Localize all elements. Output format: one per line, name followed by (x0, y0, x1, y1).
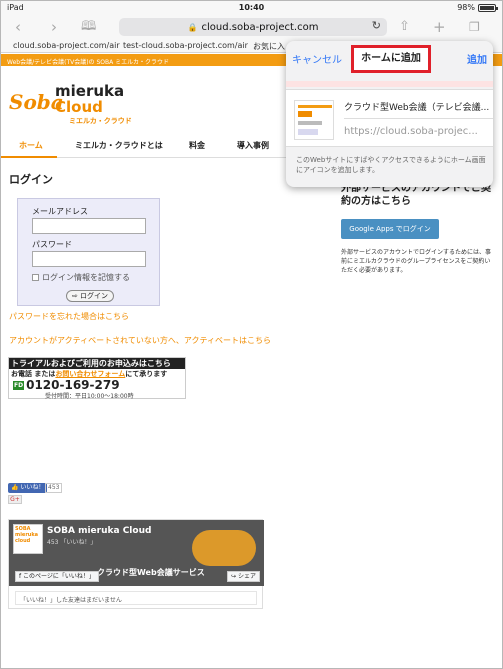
login-form: メールアドレス パスワード ログイン情報を記憶する ⇨ ログイン (17, 198, 160, 306)
phone-number: FD 0120-169-279 (13, 378, 120, 392)
site-logo[interactable]: Soba mieruka Cloud ミエルカ・クラウド (9, 80, 149, 125)
thumbnail-box (298, 129, 318, 135)
gplus-button[interactable]: G+ (8, 495, 22, 504)
cancel-button[interactable]: キャンセル (292, 51, 342, 66)
shortcut-url: https://cloud.soba-projec... (344, 126, 478, 137)
thumbnail-bar (298, 105, 332, 108)
contact-form-link[interactable]: お問い合わせフォーム (55, 370, 125, 378)
forgot-password-link[interactable]: パスワードを忘れた場合はこちら (9, 311, 129, 322)
login-button-label: ログイン (80, 292, 109, 300)
free-dial-icon: FD (13, 381, 25, 390)
trial-heading: トライアルおよびご利用のお申込みはこちら (9, 358, 185, 369)
screen: iPad 10:40 98% ‹ › 🕮 🔒 cloud.soba-projec… (0, 0, 503, 669)
shortcut-name-field[interactable]: クラウド型Web会議（テレビ会議... (344, 100, 489, 113)
share-icon[interactable]: ⇧ (399, 17, 410, 37)
logo-kana: ミエルカ・クラウド (69, 117, 132, 125)
logo-cloud: Cloud (55, 98, 103, 116)
popover-separator (286, 81, 493, 87)
site-nav: ホーム ミエルカ・クラウドとは 料金 導入事例 (1, 134, 286, 158)
popover-note: このWebサイトにすばやくアクセスできるようにホーム画面にアイコンを追加します。 (296, 156, 486, 174)
external-service-note: 外部サービスのアカウントでログインするためには、事前にミエルカクラウドのグループ… (341, 249, 492, 274)
lock-icon: 🔒 (187, 22, 198, 32)
fb-tagline: クラウド型Web会議サービス (97, 568, 205, 577)
fb-share-button[interactable]: ↪ シェア (227, 571, 260, 582)
site-thumbnail (294, 100, 334, 140)
fb-like-page-button[interactable]: f このページに「いいね！」 (15, 571, 99, 582)
nav-about[interactable]: ミエルカ・クラウドとは (75, 140, 163, 151)
password-label: パスワード (32, 240, 72, 249)
nav-home[interactable]: ホーム (19, 140, 43, 151)
nav-cases[interactable]: 導入事例 (237, 140, 269, 151)
new-tab-icon[interactable]: + (433, 17, 446, 37)
fb-like-button[interactable]: 👍 いいね！ (8, 483, 48, 493)
trial-phone-prefix: お電話 または (11, 370, 56, 378)
fb-page-likes: 453 「いいね！」 (47, 539, 97, 546)
fb-page-name[interactable]: SOBA mieruka Cloud (47, 526, 151, 536)
back-icon[interactable]: ‹ (15, 17, 21, 37)
fb-avatar: SOBA mieruka cloud (13, 524, 43, 554)
add-to-home-popover: キャンセル ホームに追加 追加 クラウド型Web会議（テレビ会議... http… (286, 41, 493, 187)
remember-label: ログイン情報を記憶する (42, 273, 130, 282)
facebook-icon: f (19, 573, 22, 580)
popover-header: キャンセル ホームに追加 追加 (286, 41, 493, 75)
remember-checkbox[interactable] (32, 274, 39, 281)
remember-login[interactable]: ログイン情報を記憶する (32, 272, 130, 283)
fb-friends-note: 「いいね！」した友達はまだいません (15, 591, 257, 605)
battery-percent: 98% (457, 3, 475, 12)
business-hours: 受付時間：平日10:00～18:00時 (45, 393, 134, 400)
address-text: cloud.soba-project.com (201, 21, 319, 33)
email-label: メールアドレス (32, 207, 88, 216)
forward-icon[interactable]: › (51, 17, 57, 37)
email-field[interactable] (32, 218, 146, 234)
battery-status: 98% (457, 3, 498, 12)
address-bar[interactable]: 🔒 cloud.soba-project.com ↻ (119, 18, 387, 36)
tabs-icon[interactable]: ❐ (469, 17, 480, 37)
popover-divider (344, 118, 493, 119)
popover-title: ホームに追加 (351, 45, 431, 73)
fb-like-page-label: このページに「いいね！」 (23, 573, 95, 580)
password-field[interactable] (32, 251, 146, 267)
battery-fill (480, 5, 494, 10)
google-login-button[interactable]: Google Apps でログイン (341, 219, 439, 239)
favorite-item[interactable]: test-cloud.soba-project.com/air (123, 41, 248, 50)
fb-like-label: いいね！ (20, 484, 45, 491)
fb-like-count: 453 (45, 483, 63, 493)
nav-active-indicator (1, 156, 57, 158)
fb-cover[interactable]: SOBA mieruka cloud SOBA mieruka Cloud 45… (9, 520, 264, 586)
fb-share-label: シェア (237, 573, 256, 580)
add-button[interactable]: 追加 (467, 51, 487, 66)
thumbnail-logo (298, 111, 312, 117)
phone-number-text: 0120-169-279 (26, 378, 120, 392)
login-button[interactable]: ⇨ ログイン (66, 290, 114, 302)
favorite-item[interactable]: お気に入 (253, 41, 285, 52)
browser-toolbar: ‹ › 🕮 🔒 cloud.soba-project.com ↻ ⇧ + ❐ (1, 15, 502, 39)
clock: 10:40 (238, 3, 265, 12)
share-arrow-icon: ↪ (231, 573, 237, 580)
login-heading: ログイン (9, 173, 53, 186)
trial-banner[interactable]: トライアルおよびご利用のお申込みはこちら お電話 またはお問い合わせフォームにて… (8, 357, 186, 400)
thumbnail-line (298, 121, 322, 125)
cloud-illustration (192, 530, 256, 566)
reload-icon[interactable]: ↻ (372, 19, 381, 32)
popover-body: クラウド型Web会議（テレビ会議... https://cloud.soba-p… (286, 89, 493, 147)
facebook-page-widget: SOBA mieruka cloud SOBA mieruka Cloud 45… (8, 519, 264, 609)
favorite-item[interactable]: cloud.soba-project.com/air (13, 41, 120, 50)
trial-phone-suffix: にて承ります (125, 370, 168, 378)
bookmarks-icon[interactable]: 🕮 (81, 17, 96, 37)
battery-icon (478, 3, 498, 12)
activate-link[interactable]: アカウントがアクティベートされていない方へ、アクティベートはこちら (9, 335, 271, 346)
status-bar: iPad 10:40 98% (1, 1, 502, 15)
nav-pricing[interactable]: 料金 (189, 140, 205, 151)
